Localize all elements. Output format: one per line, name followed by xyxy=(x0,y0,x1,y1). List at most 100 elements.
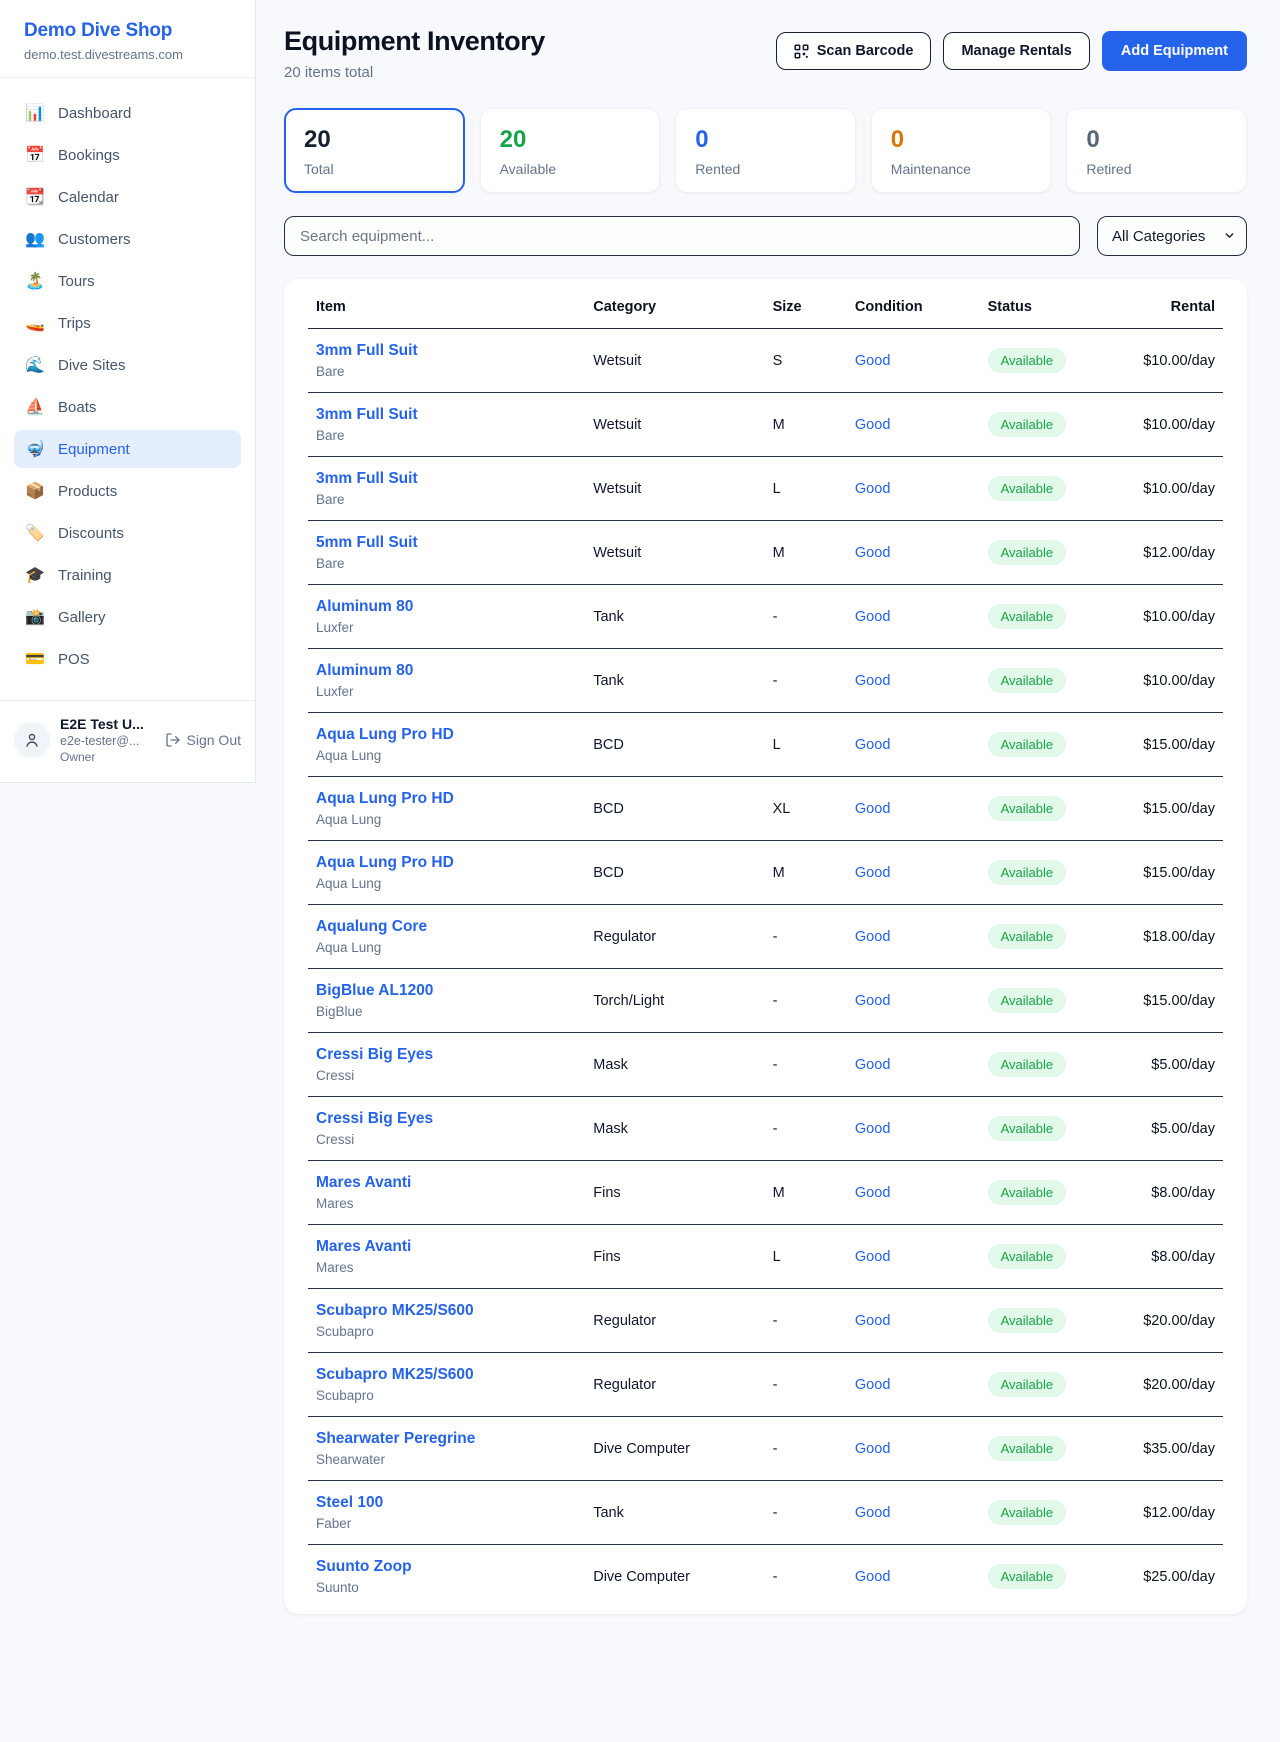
table-header-row: Item Category Size Condition Status Rent… xyxy=(308,281,1223,329)
item-condition-link[interactable]: Good xyxy=(855,1249,890,1265)
status-badge: Available xyxy=(988,476,1067,501)
item-brand: Mares xyxy=(316,1260,577,1275)
item-condition-link[interactable]: Good xyxy=(855,737,890,753)
item-rental-price: $10.00/day xyxy=(1131,457,1223,521)
table-row: Mares Avanti Mares Fins L Good Available… xyxy=(308,1225,1223,1289)
item-rental-price: $20.00/day xyxy=(1131,1289,1223,1353)
item-rental-price: $15.00/day xyxy=(1131,841,1223,905)
scan-barcode-label: Scan Barcode xyxy=(817,43,914,59)
item-name-link[interactable]: 3mm Full Suit xyxy=(316,406,577,424)
item-rental-price: $12.00/day xyxy=(1131,1481,1223,1545)
logout-icon xyxy=(165,732,181,748)
item-condition-link[interactable]: Good xyxy=(855,801,890,817)
item-condition-link[interactable]: Good xyxy=(855,1569,890,1585)
sidebar-item-label: Equipment xyxy=(58,441,130,458)
sidebar-item-dive-sites[interactable]: 🌊 Dive Sites xyxy=(14,346,241,384)
sidebar-item-products[interactable]: 📦 Products xyxy=(14,472,241,510)
item-name-link[interactable]: Aluminum 80 xyxy=(316,598,577,616)
barcode-icon xyxy=(794,44,809,59)
item-rental-price: $10.00/day xyxy=(1131,649,1223,713)
table-row: Cressi Big Eyes Cressi Mask - Good Avail… xyxy=(308,1033,1223,1097)
sidebar-item-customers[interactable]: 👥 Customers xyxy=(14,220,241,258)
item-brand: Cressi xyxy=(316,1132,577,1147)
item-name-link[interactable]: Aqua Lung Pro HD xyxy=(316,854,577,872)
item-rental-price: $5.00/day xyxy=(1131,1097,1223,1161)
item-condition-link[interactable]: Good xyxy=(855,993,890,1009)
item-condition-link[interactable]: Good xyxy=(855,417,890,433)
item-condition-link[interactable]: Good xyxy=(855,353,890,369)
sidebar-item-bookings[interactable]: 📅 Bookings xyxy=(14,136,241,174)
sidebar-item-discounts[interactable]: 🏷️ Discounts xyxy=(14,514,241,552)
item-name-link[interactable]: Mares Avanti xyxy=(316,1238,577,1256)
item-condition-link[interactable]: Good xyxy=(855,481,890,497)
status-badge: Available xyxy=(988,1436,1067,1461)
item-size: - xyxy=(765,1289,847,1353)
sidebar-item-gallery[interactable]: 📸 Gallery xyxy=(14,598,241,636)
item-size: - xyxy=(765,1097,847,1161)
sign-out-label: Sign Out xyxy=(187,732,241,748)
item-name-link[interactable]: Cressi Big Eyes xyxy=(316,1110,577,1128)
stat-card-total[interactable]: 20 Total xyxy=(284,108,465,193)
item-name-link[interactable]: Shearwater Peregrine xyxy=(316,1430,577,1448)
item-category: BCD xyxy=(585,841,764,905)
item-condition-link[interactable]: Good xyxy=(855,1505,890,1521)
table-row: Suunto Zoop Suunto Dive Computer - Good … xyxy=(308,1545,1223,1609)
item-name-link[interactable]: Aqua Lung Pro HD xyxy=(316,726,577,744)
category-select[interactable]: All Categories xyxy=(1097,216,1247,256)
item-name-link[interactable]: Mares Avanti xyxy=(316,1174,577,1192)
item-category: Torch/Light xyxy=(585,969,764,1033)
item-name-link[interactable]: Aqualung Core xyxy=(316,918,577,936)
search-input[interactable] xyxy=(284,216,1080,256)
item-brand: Mares xyxy=(316,1196,577,1211)
item-condition-link[interactable]: Good xyxy=(855,1441,890,1457)
item-condition-link[interactable]: Good xyxy=(855,1121,890,1137)
sidebar-item-trips[interactable]: 🚤 Trips xyxy=(14,304,241,342)
sidebar-item-dashboard[interactable]: 📊 Dashboard xyxy=(14,94,241,132)
item-condition-link[interactable]: Good xyxy=(855,1057,890,1073)
item-category: Regulator xyxy=(585,905,764,969)
sidebar-item-boats[interactable]: ⛵ Boats xyxy=(14,388,241,426)
stat-card-retired[interactable]: 0 Retired xyxy=(1066,108,1247,193)
item-category: Tank xyxy=(585,1481,764,1545)
item-name-link[interactable]: Suunto Zoop xyxy=(316,1558,577,1576)
item-name-link[interactable]: Scubapro MK25/S600 xyxy=(316,1302,577,1320)
sidebar-item-calendar[interactable]: 📆 Calendar xyxy=(14,178,241,216)
sidebar-item-pos[interactable]: 💳 POS xyxy=(14,640,241,678)
item-name-link[interactable]: 5mm Full Suit xyxy=(316,534,577,552)
item-name-link[interactable]: Steel 100 xyxy=(316,1494,577,1512)
sidebar-item-equipment[interactable]: 🤿 Equipment xyxy=(14,430,241,468)
stat-card-rented[interactable]: 0 Rented xyxy=(675,108,856,193)
column-header-category: Category xyxy=(585,281,764,329)
item-size: M xyxy=(765,521,847,585)
sidebar-item-label: Calendar xyxy=(58,189,119,206)
item-name-link[interactable]: Scubapro MK25/S600 xyxy=(316,1366,577,1384)
add-equipment-button[interactable]: Add Equipment xyxy=(1102,31,1247,71)
item-condition-link[interactable]: Good xyxy=(855,865,890,881)
item-name-link[interactable]: Aqua Lung Pro HD xyxy=(316,790,577,808)
sidebar: Demo Dive Shop demo.test.divestreams.com… xyxy=(0,0,256,783)
manage-rentals-button[interactable]: Manage Rentals xyxy=(943,32,1089,70)
item-name-link[interactable]: 3mm Full Suit xyxy=(316,470,577,488)
item-condition-link[interactable]: Good xyxy=(855,1313,890,1329)
item-condition-link[interactable]: Good xyxy=(855,673,890,689)
item-condition-link[interactable]: Good xyxy=(855,545,890,561)
sidebar-item-training[interactable]: 🎓 Training xyxy=(14,556,241,594)
sign-out-button[interactable]: Sign Out xyxy=(165,732,241,748)
item-condition-link[interactable]: Good xyxy=(855,1377,890,1393)
item-condition-link[interactable]: Good xyxy=(855,929,890,945)
stat-card-maintenance[interactable]: 0 Maintenance xyxy=(871,108,1052,193)
item-brand: BigBlue xyxy=(316,1004,577,1019)
item-condition-link[interactable]: Good xyxy=(855,1185,890,1201)
item-name-link[interactable]: BigBlue AL1200 xyxy=(316,982,577,1000)
column-header-rental: Rental xyxy=(1131,281,1223,329)
dashboard-icon: 📊 xyxy=(25,103,45,123)
status-badge: Available xyxy=(988,1116,1067,1141)
item-condition-link[interactable]: Good xyxy=(855,609,890,625)
sidebar-item-tours[interactable]: 🏝️ Tours xyxy=(14,262,241,300)
scan-barcode-button[interactable]: Scan Barcode xyxy=(776,32,932,70)
shop-name[interactable]: Demo Dive Shop xyxy=(24,20,231,42)
stat-card-available[interactable]: 20 Available xyxy=(480,108,661,193)
item-name-link[interactable]: Cressi Big Eyes xyxy=(316,1046,577,1064)
item-name-link[interactable]: 3mm Full Suit xyxy=(316,342,577,360)
item-name-link[interactable]: Aluminum 80 xyxy=(316,662,577,680)
